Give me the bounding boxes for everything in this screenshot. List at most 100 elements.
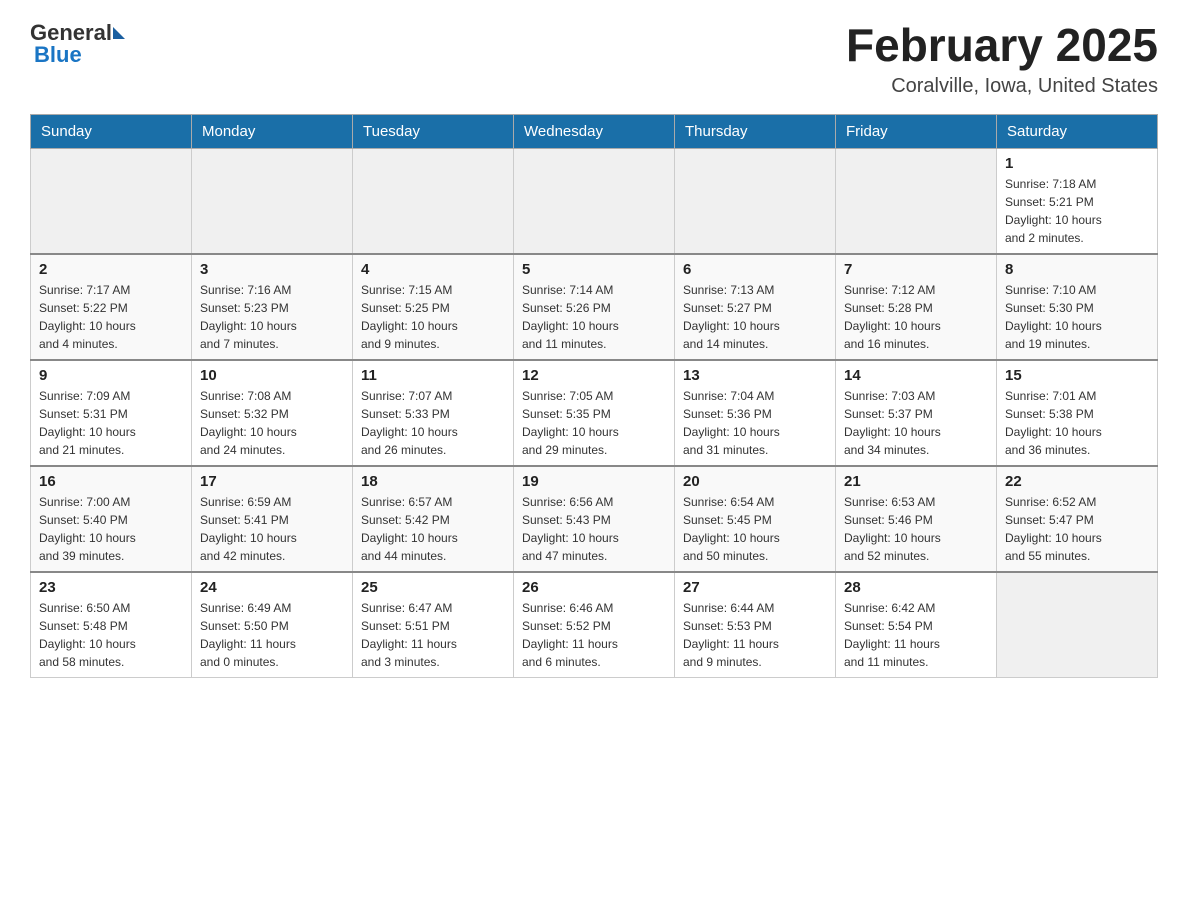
calendar-table: Sunday Monday Tuesday Wednesday Thursday… bbox=[30, 114, 1158, 678]
day-number: 15 bbox=[1005, 367, 1149, 384]
table-row: 8 Sunrise: 7:10 AM Sunset: 5:30 PM Daylig… bbox=[997, 254, 1158, 360]
day-number: 1 bbox=[1005, 155, 1149, 172]
day-number: 8 bbox=[1005, 261, 1149, 278]
table-row: 10 Sunrise: 7:08 AM Sunset: 5:32 PM Dayli… bbox=[192, 360, 353, 466]
day-number: 11 bbox=[361, 367, 505, 384]
day-info: Sunrise: 6:59 AM Sunset: 5:41 PM Dayligh… bbox=[200, 493, 344, 565]
table-row: 5 Sunrise: 7:14 AM Sunset: 5:26 PM Daylig… bbox=[514, 254, 675, 360]
day-info: Sunrise: 7:09 AM Sunset: 5:31 PM Dayligh… bbox=[39, 387, 183, 459]
day-number: 10 bbox=[200, 367, 344, 384]
day-info: Sunrise: 7:05 AM Sunset: 5:35 PM Dayligh… bbox=[522, 387, 666, 459]
col-wednesday: Wednesday bbox=[514, 114, 675, 148]
day-info: Sunrise: 7:17 AM Sunset: 5:22 PM Dayligh… bbox=[39, 281, 183, 353]
day-number: 17 bbox=[200, 473, 344, 490]
day-number: 26 bbox=[522, 579, 666, 596]
day-number: 25 bbox=[361, 579, 505, 596]
logo-triangle-icon bbox=[113, 27, 125, 39]
day-info: Sunrise: 6:47 AM Sunset: 5:51 PM Dayligh… bbox=[361, 599, 505, 671]
logo: General Blue bbox=[30, 20, 125, 68]
logo-blue-text: Blue bbox=[34, 42, 82, 68]
col-thursday: Thursday bbox=[675, 114, 836, 148]
table-row: 16 Sunrise: 7:00 AM Sunset: 5:40 PM Dayli… bbox=[31, 466, 192, 572]
day-info: Sunrise: 6:49 AM Sunset: 5:50 PM Dayligh… bbox=[200, 599, 344, 671]
table-row: 1 Sunrise: 7:18 AM Sunset: 5:21 PM Daylig… bbox=[997, 148, 1158, 254]
day-info: Sunrise: 6:53 AM Sunset: 5:46 PM Dayligh… bbox=[844, 493, 988, 565]
table-row: 7 Sunrise: 7:12 AM Sunset: 5:28 PM Daylig… bbox=[836, 254, 997, 360]
calendar-week-row: 23 Sunrise: 6:50 AM Sunset: 5:48 PM Dayli… bbox=[31, 572, 1158, 678]
day-number: 19 bbox=[522, 473, 666, 490]
table-row: 13 Sunrise: 7:04 AM Sunset: 5:36 PM Dayli… bbox=[675, 360, 836, 466]
month-title: February 2025 bbox=[846, 20, 1158, 71]
day-info: Sunrise: 6:50 AM Sunset: 5:48 PM Dayligh… bbox=[39, 599, 183, 671]
day-number: 24 bbox=[200, 579, 344, 596]
calendar-week-row: 2 Sunrise: 7:17 AM Sunset: 5:22 PM Daylig… bbox=[31, 254, 1158, 360]
day-number: 9 bbox=[39, 367, 183, 384]
table-row: 3Sunrise: 7:16 AM Sunset: 5:23 PM Daylig… bbox=[192, 254, 353, 360]
table-row bbox=[514, 148, 675, 254]
table-row: 23 Sunrise: 6:50 AM Sunset: 5:48 PM Dayli… bbox=[31, 572, 192, 678]
day-info: Sunrise: 7:00 AM Sunset: 5:40 PM Dayligh… bbox=[39, 493, 183, 565]
table-row: 14Sunrise: 7:03 AM Sunset: 5:37 PM Dayli… bbox=[836, 360, 997, 466]
table-row bbox=[836, 148, 997, 254]
day-number: 6 bbox=[683, 261, 827, 278]
day-number: 7 bbox=[844, 261, 988, 278]
day-info: Sunrise: 7:16 AM Sunset: 5:23 PM Dayligh… bbox=[200, 281, 344, 353]
table-row: 9 Sunrise: 7:09 AM Sunset: 5:31 PM Daylig… bbox=[31, 360, 192, 466]
table-row: 22Sunrise: 6:52 AM Sunset: 5:47 PM Dayli… bbox=[997, 466, 1158, 572]
calendar-header-row: Sunday Monday Tuesday Wednesday Thursday… bbox=[31, 114, 1158, 148]
day-number: 5 bbox=[522, 261, 666, 278]
location-title: Coralville, Iowa, United States bbox=[846, 75, 1158, 98]
table-row: 11 Sunrise: 7:07 AM Sunset: 5:33 PM Dayli… bbox=[353, 360, 514, 466]
day-info: Sunrise: 7:01 AM Sunset: 5:38 PM Dayligh… bbox=[1005, 387, 1149, 459]
table-row bbox=[31, 148, 192, 254]
table-row: 2 Sunrise: 7:17 AM Sunset: 5:22 PM Daylig… bbox=[31, 254, 192, 360]
day-info: Sunrise: 7:15 AM Sunset: 5:25 PM Dayligh… bbox=[361, 281, 505, 353]
table-row: 24 Sunrise: 6:49 AM Sunset: 5:50 PM Dayli… bbox=[192, 572, 353, 678]
day-number: 2 bbox=[39, 261, 183, 278]
day-number: 21 bbox=[844, 473, 988, 490]
table-row bbox=[997, 572, 1158, 678]
day-info: Sunrise: 7:07 AM Sunset: 5:33 PM Dayligh… bbox=[361, 387, 505, 459]
day-number: 23 bbox=[39, 579, 183, 596]
table-row bbox=[675, 148, 836, 254]
day-info: Sunrise: 7:04 AM Sunset: 5:36 PM Dayligh… bbox=[683, 387, 827, 459]
table-row: 12 Sunrise: 7:05 AM Sunset: 5:35 PM Dayli… bbox=[514, 360, 675, 466]
day-info: Sunrise: 6:46 AM Sunset: 5:52 PM Dayligh… bbox=[522, 599, 666, 671]
day-number: 12 bbox=[522, 367, 666, 384]
day-info: Sunrise: 6:57 AM Sunset: 5:42 PM Dayligh… bbox=[361, 493, 505, 565]
day-info: Sunrise: 7:14 AM Sunset: 5:26 PM Dayligh… bbox=[522, 281, 666, 353]
table-row: 15 Sunrise: 7:01 AM Sunset: 5:38 PM Dayli… bbox=[997, 360, 1158, 466]
page-header: General Blue February 2025 Coralville, I… bbox=[30, 20, 1158, 98]
table-row bbox=[353, 148, 514, 254]
day-info: Sunrise: 7:10 AM Sunset: 5:30 PM Dayligh… bbox=[1005, 281, 1149, 353]
table-row: 26 Sunrise: 6:46 AM Sunset: 5:52 PM Dayli… bbox=[514, 572, 675, 678]
table-row: 25 Sunrise: 6:47 AM Sunset: 5:51 PM Dayli… bbox=[353, 572, 514, 678]
day-info: Sunrise: 6:42 AM Sunset: 5:54 PM Dayligh… bbox=[844, 599, 988, 671]
table-row bbox=[192, 148, 353, 254]
day-number: 20 bbox=[683, 473, 827, 490]
title-block: February 2025 Coralville, Iowa, United S… bbox=[846, 20, 1158, 98]
day-info: Sunrise: 7:18 AM Sunset: 5:21 PM Dayligh… bbox=[1005, 175, 1149, 247]
col-friday: Friday bbox=[836, 114, 997, 148]
calendar-week-row: 9 Sunrise: 7:09 AM Sunset: 5:31 PM Daylig… bbox=[31, 360, 1158, 466]
day-info: Sunrise: 6:56 AM Sunset: 5:43 PM Dayligh… bbox=[522, 493, 666, 565]
day-info: Sunrise: 7:13 AM Sunset: 5:27 PM Dayligh… bbox=[683, 281, 827, 353]
day-info: Sunrise: 7:12 AM Sunset: 5:28 PM Dayligh… bbox=[844, 281, 988, 353]
day-number: 28 bbox=[844, 579, 988, 596]
day-number: 4 bbox=[361, 261, 505, 278]
day-info: Sunrise: 7:03 AM Sunset: 5:37 PM Dayligh… bbox=[844, 387, 988, 459]
calendar-week-row: 1 Sunrise: 7:18 AM Sunset: 5:21 PM Daylig… bbox=[31, 148, 1158, 254]
table-row: 20Sunrise: 6:54 AM Sunset: 5:45 PM Dayli… bbox=[675, 466, 836, 572]
day-info: Sunrise: 7:08 AM Sunset: 5:32 PM Dayligh… bbox=[200, 387, 344, 459]
day-number: 16 bbox=[39, 473, 183, 490]
table-row: 17 Sunrise: 6:59 AM Sunset: 5:41 PM Dayli… bbox=[192, 466, 353, 572]
day-number: 13 bbox=[683, 367, 827, 384]
col-sunday: Sunday bbox=[31, 114, 192, 148]
table-row: 28 Sunrise: 6:42 AM Sunset: 5:54 PM Dayli… bbox=[836, 572, 997, 678]
day-info: Sunrise: 6:44 AM Sunset: 5:53 PM Dayligh… bbox=[683, 599, 827, 671]
col-saturday: Saturday bbox=[997, 114, 1158, 148]
day-number: 27 bbox=[683, 579, 827, 596]
table-row: 6 Sunrise: 7:13 AM Sunset: 5:27 PM Daylig… bbox=[675, 254, 836, 360]
col-monday: Monday bbox=[192, 114, 353, 148]
table-row: 27 Sunrise: 6:44 AM Sunset: 5:53 PM Dayli… bbox=[675, 572, 836, 678]
